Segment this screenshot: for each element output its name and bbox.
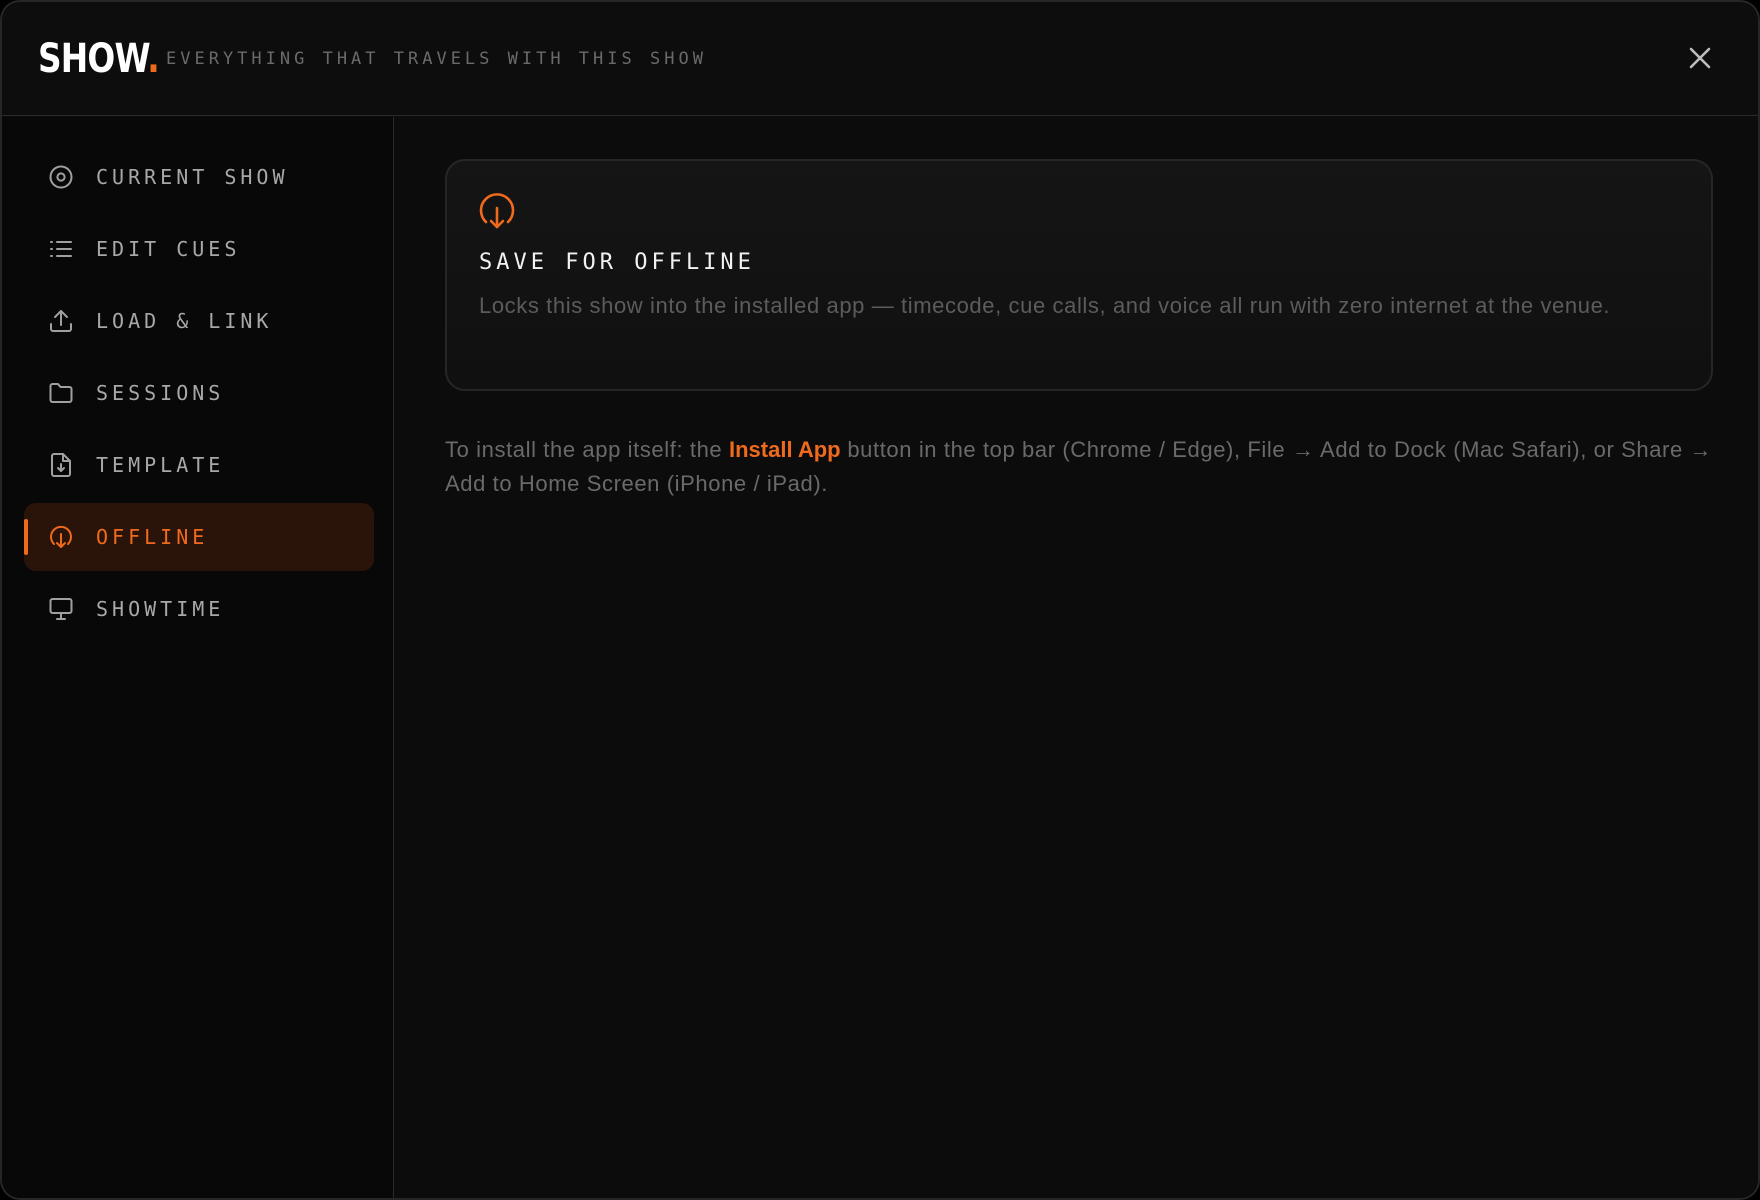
sidebar-item-label: CURRENT SHOW bbox=[96, 165, 289, 189]
sidebar-item-offline[interactable]: OFFLINE bbox=[24, 503, 374, 571]
sidebar-item-template[interactable]: TEMPLATE bbox=[24, 431, 374, 499]
file-download-icon bbox=[51, 453, 71, 477]
header-subtitle: EVERYTHING THAT TRAVELS WITH THIS SHOW bbox=[166, 49, 707, 69]
sidebar-item-sessions[interactable]: SESSIONS bbox=[24, 359, 374, 427]
logo-text: SHOW bbox=[38, 36, 148, 82]
header: SHOW. EVERYTHING THAT TRAVELS WITH THIS … bbox=[2, 2, 1758, 116]
install-app-highlight: Install App bbox=[728, 437, 841, 462]
offline-card: SAVE FOR OFFLINE Locks this show into th… bbox=[445, 159, 1713, 391]
sidebar-item-current-show[interactable]: CURRENT SHOW bbox=[24, 143, 374, 211]
close-button[interactable] bbox=[1680, 38, 1720, 78]
sidebar-item-label: TEMPLATE bbox=[96, 453, 225, 477]
install-note-prefix: To install the app itself: the bbox=[445, 437, 729, 462]
card-title: SAVE FOR OFFLINE bbox=[479, 250, 755, 275]
upload-icon bbox=[50, 310, 72, 332]
sidebar-item-load-link[interactable]: LOAD & LINK bbox=[24, 287, 374, 355]
sidebar-item-showtime[interactable]: SHOWTIME bbox=[24, 575, 374, 643]
offline-download-icon bbox=[50, 525, 72, 548]
install-instructions: To install the app itself: the Install A… bbox=[445, 433, 1735, 501]
logo: SHOW. bbox=[38, 32, 160, 86]
sidebar-item-edit-cues[interactable]: EDIT CUES bbox=[24, 215, 374, 283]
offline-download-icon bbox=[479, 193, 515, 229]
main-content: SAVE FOR OFFLINE Locks this show into th… bbox=[395, 117, 1758, 1198]
sidebar-item-label: LOAD & LINK bbox=[96, 309, 273, 333]
app-window: SHOW. EVERYTHING THAT TRAVELS WITH THIS … bbox=[0, 0, 1760, 1200]
sidebar: CURRENT SHOW EDIT CUES LOAD & LINK SESSI… bbox=[2, 117, 394, 1198]
list-icon bbox=[50, 241, 72, 257]
card-description: Locks this show into the installed app —… bbox=[479, 293, 1611, 318]
target-icon bbox=[49, 165, 73, 189]
folder-icon bbox=[49, 383, 73, 403]
logo-dot: . bbox=[147, 36, 159, 82]
close-icon bbox=[1689, 47, 1711, 69]
sidebar-item-label: EDIT CUES bbox=[96, 237, 241, 261]
sidebar-item-label: SESSIONS bbox=[96, 381, 225, 405]
sidebar-item-label: SHOWTIME bbox=[96, 597, 225, 621]
sidebar-item-label: OFFLINE bbox=[96, 525, 209, 549]
monitor-icon bbox=[49, 598, 73, 620]
active-indicator bbox=[24, 519, 28, 555]
